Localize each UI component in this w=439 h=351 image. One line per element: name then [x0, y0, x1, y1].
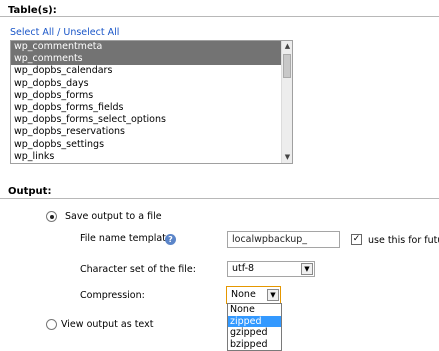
table-list-item[interactable]: wp_dopbs_days — [11, 78, 292, 90]
output-section-divider — [0, 198, 439, 199]
table-list-item[interactable]: wp_dopbs_settings — [11, 139, 292, 151]
scroll-thumb[interactable] — [283, 54, 291, 78]
table-list-item[interactable]: wp_dopbs_reservations — [11, 126, 292, 138]
help-icon[interactable]: ? — [165, 234, 176, 245]
use-future-label: use this for future — [368, 235, 439, 246]
charset-label: Character set of the file: — [80, 264, 196, 275]
use-future-checkbox[interactable]: ✓ — [351, 234, 362, 245]
table-list-item[interactable]: wp_dopbs_forms_fields — [11, 102, 292, 114]
scroll-up-icon[interactable]: ▲ — [282, 41, 292, 52]
view-output-label: View output as text — [61, 319, 154, 330]
save-output-radio[interactable] — [46, 211, 57, 222]
table-list-item[interactable]: wp_dopbs_forms — [11, 90, 292, 102]
file-name-input[interactable]: localwpbackup_ — [227, 231, 340, 248]
output-section-title: Output: — [8, 186, 52, 197]
compression-value: None — [231, 289, 256, 300]
chevron-down-icon[interactable]: ▼ — [301, 263, 313, 275]
compression-option[interactable]: gzipped — [228, 327, 281, 339]
chevron-down-icon[interactable]: ▼ — [267, 289, 279, 301]
save-output-label: Save output to a file — [65, 211, 162, 222]
tables-section-title: Table(s): — [8, 5, 57, 16]
compression-option[interactable]: bzipped — [228, 339, 281, 351]
select-all-link[interactable]: Select All — [10, 27, 54, 38]
compression-dropdown-list[interactable]: None zipped gzipped bzipped — [227, 303, 282, 351]
table-list-item[interactable]: wp_links — [11, 151, 292, 163]
charset-value: utf-8 — [232, 263, 255, 274]
charset-select[interactable]: utf-8 ▼ — [227, 261, 315, 277]
listbox-scrollbar[interactable]: ▲ ▼ — [281, 41, 292, 163]
table-list-item[interactable]: wp_dopbs_forms_select_options — [11, 114, 292, 126]
compression-option[interactable]: zipped — [228, 315, 281, 327]
table-list-item[interactable]: wp_dopbs_calendars — [11, 65, 292, 77]
scroll-down-icon[interactable]: ▼ — [282, 152, 292, 163]
select-links: Select All / Unselect All — [10, 27, 119, 38]
select-separator: / — [54, 27, 64, 38]
unselect-all-link[interactable]: Unselect All — [63, 27, 119, 38]
tables-section-divider — [0, 16, 439, 17]
file-name-label: File name template: — [80, 233, 175, 244]
table-items: wp_commentmeta wp_comments wp_dopbs_calend… — [11, 41, 292, 163]
compression-label: Compression: — [80, 290, 145, 301]
table-list-item[interactable]: wp_commentmeta — [11, 41, 292, 54]
view-output-radio[interactable] — [46, 319, 57, 330]
table-listbox[interactable]: wp_commentmeta wp_comments wp_dopbs_calend… — [10, 40, 293, 164]
compression-select[interactable]: None ▼ — [226, 286, 281, 304]
compression-option[interactable]: None — [228, 304, 281, 316]
table-list-item[interactable]: wp_comments — [11, 53, 292, 66]
